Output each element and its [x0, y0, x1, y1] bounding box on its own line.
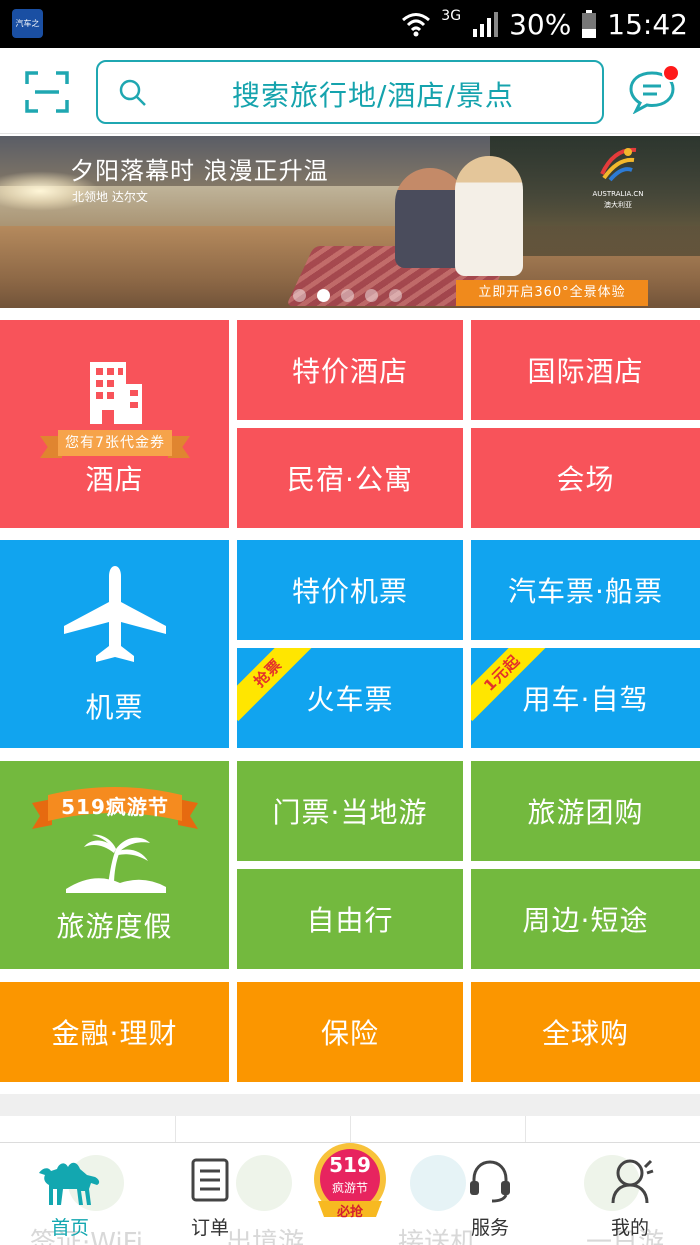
section-divider	[0, 1094, 700, 1116]
scan-icon[interactable]	[25, 71, 69, 113]
flight-tile[interactable]: 机票	[0, 540, 229, 748]
building-icon	[88, 358, 144, 431]
clock: 15:42	[607, 7, 688, 41]
search-input[interactable]: 搜索旅行地/酒店/景点	[96, 60, 604, 124]
coupon-text: 您有7张代金券	[58, 430, 172, 456]
group-buy-tile[interactable]: 旅游团购	[471, 761, 700, 861]
tab-label: 首页	[50, 1217, 89, 1239]
global-shopping-tile[interactable]: 全球购	[471, 982, 700, 1082]
special-flight-tile[interactable]: 特价机票	[237, 540, 463, 640]
nearby-short-trip-tile[interactable]: 周边·短途	[471, 869, 700, 969]
tab-home[interactable]: 首页	[20, 1143, 120, 1245]
coupon-ribbon: 您有7张代金券	[40, 430, 190, 458]
tab-service[interactable]: 服务	[440, 1143, 540, 1245]
search-icon	[118, 78, 148, 108]
profile-icon	[605, 1157, 655, 1209]
battery-icon	[581, 10, 597, 38]
carousel-dot[interactable]	[365, 289, 378, 302]
australia-logo: AUSTRALIA.CN 澳大利亚	[588, 144, 648, 209]
car-rental-tile[interactable]: 1元起 用车·自驾	[471, 648, 700, 748]
status-bar: 汽车之家 3G 30% 15:42	[0, 0, 700, 48]
venue-tile[interactable]: 会场	[471, 428, 700, 528]
flight-label: 机票	[85, 691, 144, 724]
battery-percent: 30%	[509, 7, 572, 41]
insurance-tile[interactable]: 保险	[237, 982, 463, 1082]
bus-ferry-ticket-tile[interactable]: 汽车票·船票	[471, 540, 700, 640]
badge-519-text: 519	[329, 1153, 371, 1177]
message-icon[interactable]	[628, 64, 680, 116]
car-rental-label: 用车·自驾	[522, 683, 649, 716]
badge-festival-text: 疯游节	[331, 1181, 368, 1195]
carousel-dot-active[interactable]	[317, 289, 330, 302]
tab-profile[interactable]: 我的	[580, 1143, 680, 1245]
vacation-tile[interactable]: 519疯游节 旅游度假	[0, 761, 229, 969]
vacation-label: 旅游度假	[56, 910, 173, 943]
grab-ticket-badge: 抢票	[237, 648, 317, 722]
train-ticket-label: 火车票	[306, 683, 394, 716]
international-hotel-tile[interactable]: 国际酒店	[471, 320, 700, 420]
order-icon	[190, 1157, 230, 1207]
hotel-tile[interactable]: 您有7张代金券 酒店	[0, 320, 229, 528]
palm-island-icon	[64, 831, 168, 900]
wifi-icon	[401, 11, 431, 37]
tickets-local-tour-tile[interactable]: 门票·当地游	[237, 761, 463, 861]
tab-label: 我的	[610, 1217, 649, 1239]
bottom-tab-bar: 签证·WiFi 出境游 接送机 一日游 首页 订单 519 疯游节 必抢 服务 …	[0, 1142, 700, 1245]
finance-tile[interactable]: 金融·理财	[0, 982, 229, 1082]
tab-label: 订单	[190, 1217, 229, 1239]
unread-dot	[662, 64, 680, 82]
banner-cta-button[interactable]: 立即开启360°全景体验	[456, 280, 648, 306]
logo-text: AUSTRALIA.CN	[592, 190, 644, 198]
tab-orders[interactable]: 订单	[160, 1143, 260, 1245]
airplane-icon	[62, 564, 168, 675]
top-header: 搜索旅行地/酒店/景点	[0, 48, 700, 134]
app-notification-icon: 汽车之家	[12, 9, 43, 38]
banner-title: 夕阳落幕时 浪漫正升温	[70, 157, 329, 185]
homestay-apartment-tile[interactable]: 民宿·公寓	[237, 428, 463, 528]
festival-text: 519疯游节	[61, 795, 169, 819]
app-screen: 汽车之家 3G 30% 15:42	[0, 0, 700, 1245]
banner-subtitle: 北领地 达尔文	[72, 190, 148, 204]
promo-banner[interactable]: 夕阳落幕时 浪漫正升温 北领地 达尔文 AUSTRALIA.CN 澳大利亚 立即…	[0, 136, 700, 308]
free-travel-tile[interactable]: 自由行	[237, 869, 463, 969]
festival-519-icon[interactable]: 519 疯游节 必抢	[310, 1141, 390, 1227]
carousel-indicator	[293, 289, 402, 302]
train-ticket-tile[interactable]: 抢票 火车票	[237, 648, 463, 748]
special-hotel-tile[interactable]: 特价酒店	[237, 320, 463, 420]
carousel-dot[interactable]	[389, 289, 402, 302]
badge-grab-text: 必抢	[336, 1205, 363, 1220]
tab-label: 服务	[470, 1217, 509, 1239]
network-type: 3G	[441, 8, 462, 24]
camel-icon	[35, 1157, 105, 1211]
banner-person	[455, 156, 523, 276]
headset-icon	[466, 1157, 514, 1209]
logo-subtext: 澳大利亚	[604, 201, 632, 209]
signal-icon	[471, 11, 499, 37]
festival-ribbon: 519疯游节	[30, 785, 200, 833]
search-placeholder: 搜索旅行地/酒店/景点	[232, 79, 514, 112]
hotel-label: 酒店	[85, 463, 144, 496]
carousel-dot[interactable]	[293, 289, 306, 302]
carousel-dot[interactable]	[341, 289, 354, 302]
